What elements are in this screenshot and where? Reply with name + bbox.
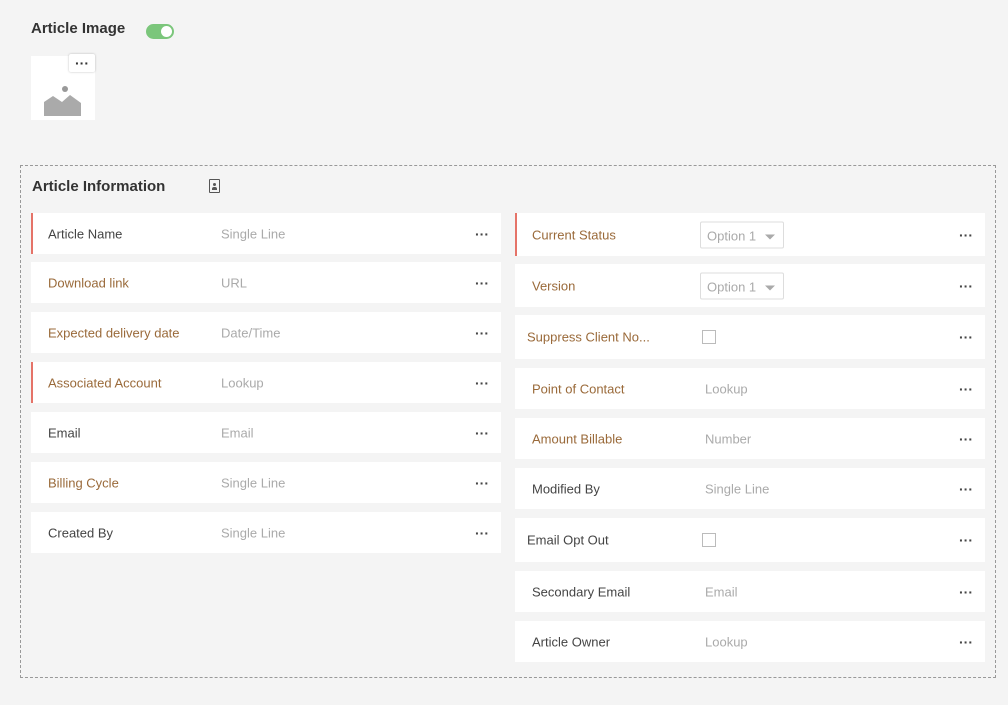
field-label: Modified By xyxy=(532,481,600,496)
select-value: Option 1 xyxy=(707,228,757,243)
field-associated-account[interactable]: Associated Account Lookup ··· xyxy=(31,362,501,403)
field-type-placeholder: Lookup xyxy=(705,381,748,396)
more-options-icon[interactable]: ··· xyxy=(959,227,973,243)
more-options-icon[interactable]: ··· xyxy=(959,381,973,397)
field-billing-cycle[interactable]: Billing Cycle Single Line ··· xyxy=(31,462,501,503)
field-created-by[interactable]: Created By Single Line ··· xyxy=(31,512,501,553)
field-label: Download link xyxy=(48,275,129,290)
more-options-icon[interactable]: ··· xyxy=(475,226,489,242)
article-image-header: Article Image xyxy=(31,20,125,37)
more-options-icon[interactable]: ··· xyxy=(959,431,973,447)
field-label: Current Status xyxy=(532,227,616,242)
field-type-placeholder: Date/Time xyxy=(221,325,281,340)
more-options-icon[interactable]: ··· xyxy=(959,532,973,548)
more-options-icon[interactable]: ··· xyxy=(959,634,973,650)
field-type-placeholder: Single Line xyxy=(705,481,770,496)
more-options-icon[interactable]: ··· xyxy=(475,325,489,341)
field-label: Associated Account xyxy=(48,375,162,390)
more-options-icon[interactable]: ··· xyxy=(959,278,973,294)
field-suppress-client-notification[interactable]: Suppress Client No... ··· xyxy=(515,315,985,359)
field-point-of-contact[interactable]: Point of Contact Lookup ··· xyxy=(515,368,985,409)
field-email-opt-out[interactable]: Email Opt Out ··· xyxy=(515,518,985,562)
more-options-icon[interactable]: ··· xyxy=(475,475,489,491)
more-options-icon[interactable]: ··· xyxy=(959,584,973,600)
image-placeholder[interactable]: ··· xyxy=(31,54,95,120)
field-type-placeholder: Single Line xyxy=(221,525,286,540)
field-label: Email xyxy=(48,425,81,440)
field-download-link[interactable]: Download link URL ··· xyxy=(31,262,501,303)
field-version[interactable]: Version Option 1 ··· xyxy=(515,264,985,307)
field-label: Billing Cycle xyxy=(48,475,119,490)
field-expected-delivery-date[interactable]: Expected delivery date Date/Time ··· xyxy=(31,312,501,353)
toggle-knob xyxy=(161,26,172,37)
caret-down-icon xyxy=(765,285,775,290)
field-type-placeholder: Single Line xyxy=(221,475,286,490)
field-amount-billable[interactable]: Amount Billable Number ··· xyxy=(515,418,985,459)
field-article-name[interactable]: Article Name Single Line ··· xyxy=(31,213,501,254)
field-article-owner[interactable]: Article Owner Lookup ··· xyxy=(515,621,985,662)
field-label: Email Opt Out xyxy=(527,532,609,548)
field-type-placeholder: URL xyxy=(221,275,248,290)
field-label: Point of Contact xyxy=(532,381,625,396)
more-options-icon[interactable]: ··· xyxy=(475,525,489,541)
field-type-placeholder: Lookup xyxy=(705,634,748,649)
contact-card-icon[interactable] xyxy=(209,179,220,193)
caret-down-icon xyxy=(765,234,775,239)
field-label: Amount Billable xyxy=(532,431,623,446)
field-type-placeholder: Single Line xyxy=(221,226,286,241)
field-current-status[interactable]: Current Status Option 1 ··· xyxy=(515,213,985,256)
article-image-title: Article Image xyxy=(31,20,126,37)
image-placeholder-icon xyxy=(44,86,81,116)
field-label: Created By xyxy=(48,525,114,540)
select-value: Option 1 xyxy=(707,279,757,294)
more-options-icon[interactable]: ··· xyxy=(959,481,973,497)
field-label: Article Owner xyxy=(532,634,611,649)
more-options-icon[interactable]: ··· xyxy=(959,329,973,345)
more-options-icon[interactable]: ··· xyxy=(475,375,489,391)
current-status-select[interactable]: Option 1 xyxy=(700,221,784,248)
field-label: Version xyxy=(532,278,576,293)
field-modified-by[interactable]: Modified By Single Line ··· xyxy=(515,468,985,509)
field-label: Suppress Client No... xyxy=(527,329,650,345)
field-email[interactable]: Email Email ··· xyxy=(31,412,501,453)
version-select[interactable]: Option 1 xyxy=(700,272,784,299)
article-information-title: Article Information xyxy=(32,178,166,195)
field-label: Article Name xyxy=(48,226,123,241)
field-type-placeholder: Email xyxy=(705,584,738,599)
suppress-client-checkbox[interactable] xyxy=(702,330,716,344)
field-label: Secondary Email xyxy=(532,584,631,599)
more-options-icon[interactable]: ··· xyxy=(475,275,489,291)
field-type-placeholder: Lookup xyxy=(221,375,264,390)
article-image-toggle[interactable] xyxy=(146,24,174,39)
field-label: Expected delivery date xyxy=(48,325,180,340)
image-more-menu-button[interactable]: ··· xyxy=(69,54,95,72)
field-type-placeholder: Email xyxy=(221,425,254,440)
field-type-placeholder: Number xyxy=(705,431,752,446)
email-opt-out-checkbox[interactable] xyxy=(702,533,716,547)
more-options-icon[interactable]: ··· xyxy=(475,425,489,441)
field-secondary-email[interactable]: Secondary Email Email ··· xyxy=(515,571,985,612)
